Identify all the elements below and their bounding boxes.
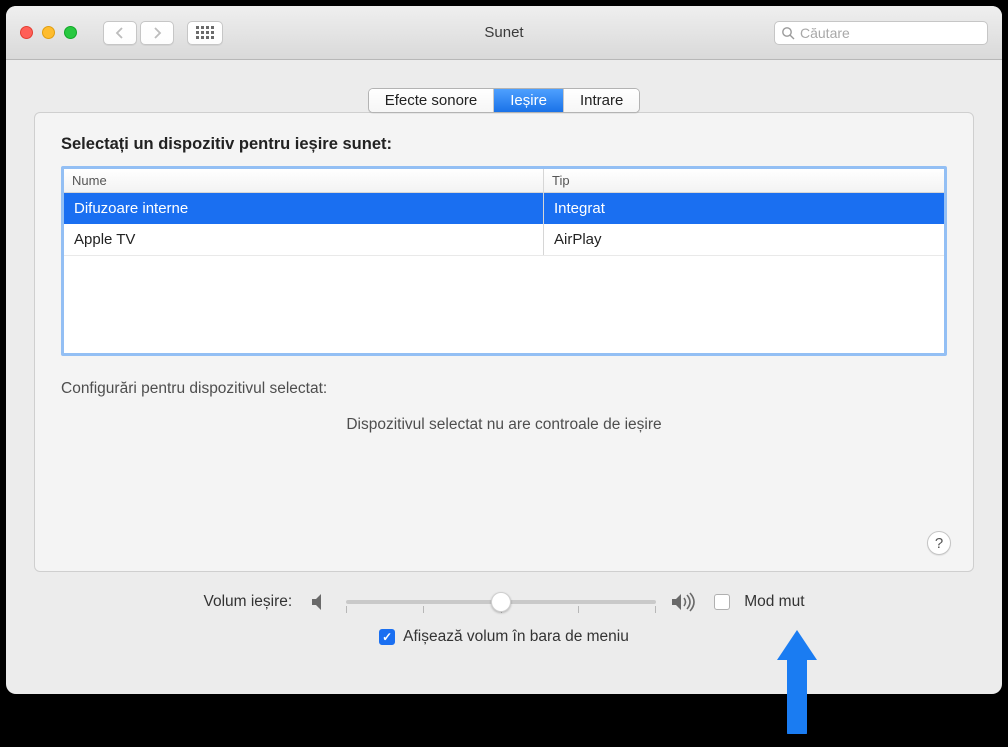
column-name-header[interactable]: Nume: [64, 169, 544, 192]
show-in-menu-label: Afișează volum în bara de meniu: [403, 628, 629, 646]
speaker-max-icon: [670, 591, 700, 613]
show-in-menu-checkbox[interactable]: [379, 629, 395, 645]
column-type-header[interactable]: Tip: [544, 169, 944, 192]
panel-title: Selectați un dispozitiv pentru ieșire su…: [61, 135, 947, 154]
output-panel: Selectați un dispozitiv pentru ieșire su…: [34, 112, 974, 572]
mute-label: Mod mut: [744, 593, 804, 611]
tab-sound-effects[interactable]: Efecte sonore: [369, 89, 495, 112]
close-button[interactable]: [20, 26, 33, 39]
grid-icon: [196, 26, 214, 39]
zoom-button[interactable]: [64, 26, 77, 39]
table-body: Difuzoare interne Integrat Apple TV AirP…: [64, 193, 944, 353]
mute-checkbox[interactable]: [714, 594, 730, 610]
menu-bar-volume-row: Afișează volum în bara de meniu: [94, 628, 914, 646]
device-type: Integrat: [544, 193, 944, 224]
volume-label: Volum ieșire:: [203, 593, 292, 611]
question-icon: ?: [935, 535, 943, 552]
bottom-controls: Volum ieșire: Mod: [34, 590, 974, 646]
tab-bar: Efecte sonore Ieșire Intrare: [34, 88, 974, 113]
help-button[interactable]: ?: [927, 531, 951, 555]
device-name: Apple TV: [64, 224, 544, 255]
volume-slider[interactable]: [346, 590, 656, 614]
no-output-controls-text: Dispozitivul selectat nu are controale d…: [61, 416, 947, 434]
chevron-left-icon: [115, 27, 125, 39]
table-row[interactable]: Difuzoare interne Integrat: [64, 193, 944, 224]
show-all-button[interactable]: [187, 21, 223, 45]
nav-group: [103, 21, 223, 45]
device-type: AirPlay: [544, 224, 944, 255]
content: Efecte sonore Ieșire Intrare Selectați u…: [6, 60, 1002, 666]
titlebar: Sunet: [6, 6, 1002, 60]
traffic-lights: [20, 26, 77, 39]
table-row[interactable]: Apple TV AirPlay: [64, 224, 944, 256]
device-table: Nume Tip Difuzoare interne Integrat Appl…: [61, 166, 947, 356]
forward-button[interactable]: [140, 21, 174, 45]
search-input[interactable]: [800, 25, 981, 41]
minimize-button[interactable]: [42, 26, 55, 39]
back-button[interactable]: [103, 21, 137, 45]
tab-input[interactable]: Intrare: [564, 89, 639, 112]
volume-row: Volum ieșire: Mod: [94, 590, 914, 614]
search-icon: [781, 26, 795, 40]
device-name: Difuzoare interne: [64, 193, 544, 224]
chevron-right-icon: [152, 27, 162, 39]
search-field-wrap[interactable]: [774, 21, 988, 45]
settings-for-label: Configurări pentru dispozitivul selectat…: [61, 380, 947, 398]
tab-output[interactable]: Ieșire: [494, 89, 564, 112]
sound-preferences-window: Sunet Efecte sonore Ieșire Intrare Selec…: [6, 6, 1002, 694]
table-header: Nume Tip: [64, 169, 944, 193]
speaker-min-icon: [310, 592, 332, 612]
